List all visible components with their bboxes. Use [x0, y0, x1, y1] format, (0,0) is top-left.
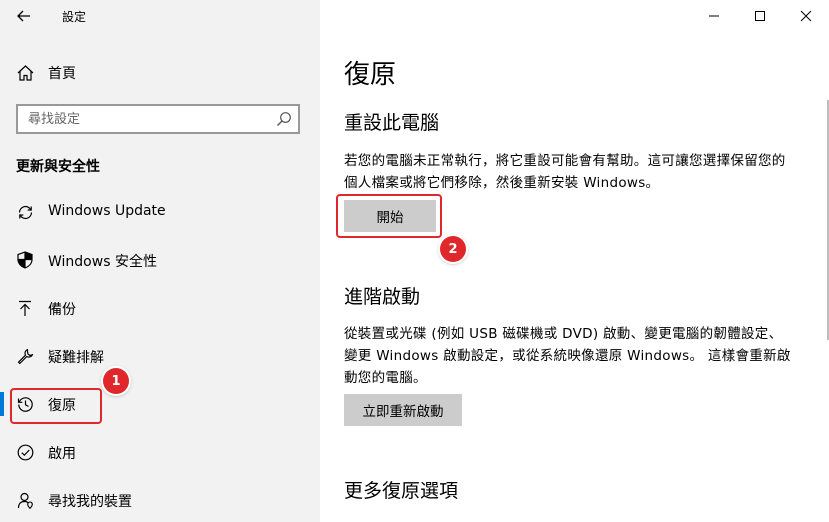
sidebar-item-label: Windows 安全性: [48, 254, 157, 270]
upload-arrow-icon: [16, 299, 34, 317]
sidebar-item-backup[interactable]: 備份: [0, 288, 320, 328]
close-icon: [800, 10, 812, 22]
title-bar: 設定: [0, 0, 320, 34]
sidebar-item-windows-security[interactable]: Windows 安全性: [0, 240, 320, 280]
search-box: [16, 104, 300, 134]
minimize-icon: [709, 15, 719, 17]
annotation-badge-2: 2: [440, 236, 466, 262]
sidebar-item-label: 備份: [48, 302, 76, 318]
search-icon[interactable]: [276, 111, 292, 127]
sidebar-item-find-my-device[interactable]: 尋找我的裝置: [0, 480, 320, 520]
reset-pc-heading: 重設此電腦: [344, 112, 440, 134]
search-input[interactable]: [18, 106, 278, 132]
section-header: 更新與安全性: [16, 159, 100, 175]
page-title: 復原: [344, 60, 397, 90]
maximize-button[interactable]: [737, 0, 783, 32]
sidebar-item-label: 啟用: [48, 446, 76, 462]
person-pin-icon: [16, 491, 34, 509]
sidebar-item-activation[interactable]: 啟用: [0, 432, 320, 472]
annotation-badge-1: 1: [103, 368, 129, 394]
annotation-highlight-box-2: [336, 194, 442, 238]
wrench-icon: [16, 347, 34, 365]
back-button[interactable]: [10, 4, 38, 28]
window-controls: [691, 0, 829, 32]
sidebar-item-label: 尋找我的裝置: [48, 494, 132, 510]
check-circle-icon: [16, 443, 34, 461]
settings-window: 設定 首頁 更新與安全性: [0, 0, 829, 522]
restart-now-button[interactable]: 立即重新啟動: [344, 394, 462, 426]
shield-icon: [16, 251, 34, 269]
sync-icon: [16, 203, 34, 221]
back-arrow-icon: [17, 10, 30, 22]
advanced-startup-heading: 進階啟動: [344, 286, 421, 308]
sidebar-item-label: Windows Update: [48, 203, 166, 219]
more-recovery-options-heading: 更多復原選項: [344, 480, 459, 502]
app-title: 設定: [62, 10, 87, 24]
minimize-button[interactable]: [691, 0, 737, 32]
close-button[interactable]: [783, 0, 829, 32]
home-label: 首頁: [48, 66, 76, 82]
sidebar-item-windows-update[interactable]: Windows Update: [0, 192, 320, 232]
main-content: 復原 重設此電腦 若您的電腦未正常執行，將它重設可能會有幫助。這可讓您選擇保留您…: [320, 0, 829, 522]
maximize-icon: [755, 11, 765, 21]
selection-indicator: [0, 392, 4, 416]
sidebar-item-label: 疑難排解: [48, 350, 104, 366]
sidebar: 設定 首頁 更新與安全性: [0, 0, 320, 522]
sidebar-item-troubleshoot[interactable]: 疑難排解: [0, 336, 320, 376]
home-icon: [16, 64, 34, 82]
home-nav-item[interactable]: 首頁: [16, 60, 76, 86]
annotation-highlight-box-1: [10, 388, 102, 424]
advanced-startup-description: 從裝置或光碟 (例如 USB 磁碟機或 DVD) 啟動、變更電腦的韌體設定、變更…: [344, 326, 791, 386]
reset-pc-description: 若您的電腦未正常執行，將它重設可能會有幫助。這可讓您選擇保留您的個人檔案或將它們…: [344, 153, 786, 191]
